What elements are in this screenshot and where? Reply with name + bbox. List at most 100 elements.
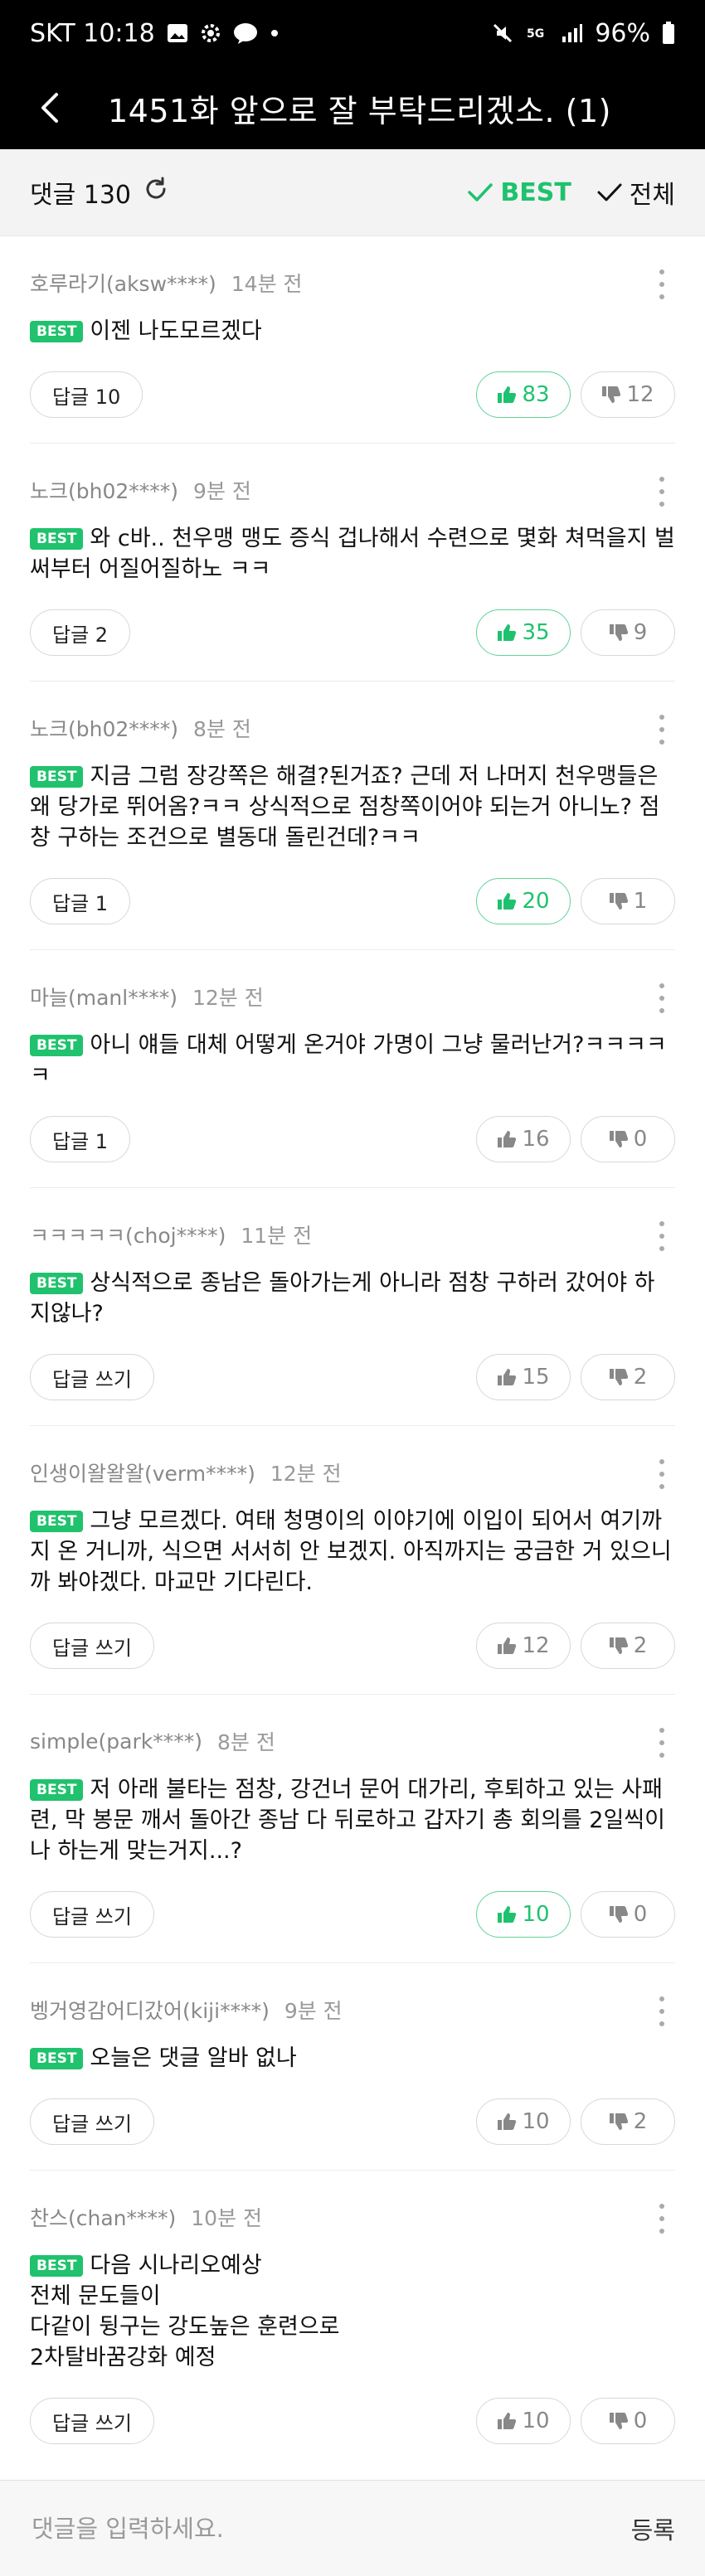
upvote-button[interactable]: 12 xyxy=(476,1623,571,1669)
vote-group: 10 0 xyxy=(476,2398,675,2444)
comment-item: 노크(bh02****) 9분 전 BEST 와 c바.. 천우맹 맹도 증식 겁… xyxy=(30,444,675,682)
downvote-button[interactable]: 2 xyxy=(581,2098,675,2145)
more-options-icon[interactable] xyxy=(654,715,670,745)
more-options-icon[interactable] xyxy=(654,1459,670,1489)
submit-button[interactable]: 등록 xyxy=(615,2511,675,2546)
comment-header: 호루라기(aksw****) 14분 전 xyxy=(30,268,675,298)
comment-time: 10분 전 xyxy=(191,2206,263,2230)
best-badge: BEST xyxy=(30,1779,84,1801)
best-badge: BEST xyxy=(30,321,84,342)
reply-button[interactable]: 답글 1 xyxy=(30,878,131,924)
thumbs-up-icon xyxy=(498,1369,517,1385)
battery-percent: 96% xyxy=(595,18,650,48)
battery-icon xyxy=(662,22,675,45)
downvote-count: 2 xyxy=(633,1633,648,1658)
upvote-button[interactable]: 10 xyxy=(476,2098,571,2145)
downvote-button[interactable]: 0 xyxy=(581,2398,675,2444)
downvote-button[interactable]: 9 xyxy=(581,609,675,656)
thumbs-down-icon xyxy=(609,1906,628,1923)
comment-time: 8분 전 xyxy=(216,1730,275,1754)
comment-time: 14분 전 xyxy=(231,272,303,296)
vote-group: 10 2 xyxy=(476,2098,675,2145)
upvote-count: 10 xyxy=(522,2409,550,2433)
upvote-button[interactable]: 83 xyxy=(476,371,571,418)
refresh-icon[interactable] xyxy=(143,176,169,209)
comment-text: 지금 그럼 장강쪽은 해결?된거죠? 근데 저 나머지 천우맹들은 왜 당가로 … xyxy=(30,764,665,851)
sort-all-label: 전체 xyxy=(629,181,675,210)
reply-button[interactable]: 답글 쓰기 xyxy=(30,1354,154,1400)
thumbs-down-icon xyxy=(609,624,628,641)
upvote-count: 10 xyxy=(522,1902,550,1927)
reply-button[interactable]: 답글 쓰기 xyxy=(30,1891,154,1938)
thumbs-up-icon xyxy=(498,1637,517,1654)
check-icon xyxy=(597,183,622,201)
thumbs-down-icon xyxy=(609,1131,628,1147)
gallery-icon xyxy=(167,23,188,43)
upvote-button[interactable]: 16 xyxy=(476,1116,571,1162)
best-badge: BEST xyxy=(30,766,84,788)
thumbs-down-icon xyxy=(609,1637,628,1654)
check-icon xyxy=(468,183,494,201)
sort-best-button[interactable]: BEST xyxy=(467,178,571,207)
comment-body: BEST 상식적으로 종남은 돌아가는게 아니라 점창 구하러 갔어야 하지않나? xyxy=(30,1268,675,1329)
downvote-button[interactable]: 0 xyxy=(581,1116,675,1162)
comment-author: 인생이왈왈왈(verm****) xyxy=(30,1462,255,1486)
upvote-button[interactable]: 15 xyxy=(476,1354,571,1400)
comment-item: 벵거영감어디갔어(kiji****) 9분 전 BEST 오늘은 댓글 알바 없나… xyxy=(30,1963,675,2171)
5g-icon: 5G xyxy=(525,22,550,44)
more-options-icon[interactable] xyxy=(654,1996,670,2026)
thumbs-up-icon xyxy=(498,1131,517,1147)
thumbs-up-icon xyxy=(498,1906,517,1923)
svg-text:5G: 5G xyxy=(527,27,544,41)
comment-header: 찬스(chan****) 10분 전 xyxy=(30,2202,675,2232)
comment-item: 노크(bh02****) 8분 전 BEST 지금 그럼 장강쪽은 해결?된거죠?… xyxy=(30,682,675,950)
best-badge: BEST xyxy=(30,1035,84,1056)
comment-actions: 답글 쓰기 15 2 xyxy=(30,1354,675,1400)
comment-time: 8분 전 xyxy=(193,717,251,741)
comment-header: 벵거영감어디갔어(kiji****) 9분 전 xyxy=(30,1995,675,2025)
back-button[interactable] xyxy=(25,83,75,133)
comment-item: 찬스(chan****) 10분 전 BEST 다음 시나리오예상 전체 문도들이… xyxy=(30,2171,675,2469)
downvote-button[interactable]: 1 xyxy=(581,878,675,924)
comment-actions: 답글 10 83 12 xyxy=(30,371,675,418)
downvote-button[interactable]: 12 xyxy=(581,371,675,418)
reply-button[interactable]: 답글 쓰기 xyxy=(30,2098,154,2145)
comment-text: 상식적으로 종남은 돌아가는게 아니라 점창 구하러 갔어야 하지않나? xyxy=(30,1270,655,1327)
upvote-button[interactable]: 10 xyxy=(476,1891,571,1938)
comment-header: simple(park****) 8분 전 xyxy=(30,1726,675,1756)
more-options-icon[interactable] xyxy=(654,477,670,507)
sort-all-button[interactable]: 전체 xyxy=(596,174,675,211)
reply-button[interactable]: 답글 쓰기 xyxy=(30,2398,154,2444)
comment-count-label: 댓글 130 xyxy=(30,181,131,210)
more-options-icon[interactable] xyxy=(654,269,670,299)
vote-group: 15 2 xyxy=(476,1354,675,1400)
thumbs-down-icon xyxy=(609,2413,628,2429)
sort-best-label: BEST xyxy=(500,177,571,207)
reply-button[interactable]: 답글 1 xyxy=(30,1116,131,1162)
best-badge: BEST xyxy=(30,1273,84,1294)
reply-button[interactable]: 답글 2 xyxy=(30,609,131,656)
comment-actions: 답글 1 20 1 xyxy=(30,878,675,924)
best-badge: BEST xyxy=(30,2255,84,2277)
more-options-icon[interactable] xyxy=(654,2204,670,2234)
more-options-icon[interactable] xyxy=(654,1221,670,1251)
downvote-button[interactable]: 0 xyxy=(581,1891,675,1938)
reply-button[interactable]: 답글 10 xyxy=(30,371,143,418)
talk-icon xyxy=(233,22,258,44)
comment-author: 찬스(chan****) xyxy=(30,2206,177,2230)
upvote-button[interactable]: 20 xyxy=(476,878,571,924)
upvote-button[interactable]: 35 xyxy=(476,609,571,656)
downvote-button[interactable]: 2 xyxy=(581,1623,675,1669)
comment-actions: 답글 쓰기 12 2 xyxy=(30,1623,675,1669)
comment-item: ㅋㅋㅋㅋㅋ(choj****) 11분 전 BEST 상식적으로 종남은 돌아가는… xyxy=(30,1188,675,1426)
more-options-icon[interactable] xyxy=(654,1728,670,1758)
upvote-button[interactable]: 10 xyxy=(476,2398,571,2444)
thumbs-up-icon xyxy=(498,2413,517,2429)
downvote-button[interactable]: 2 xyxy=(581,1354,675,1400)
vote-group: 83 12 xyxy=(476,371,675,418)
reply-button[interactable]: 답글 쓰기 xyxy=(30,1623,154,1669)
comment-author: 호루라기(aksw****) xyxy=(30,272,216,296)
thumbs-up-icon xyxy=(498,893,517,910)
comment-input[interactable] xyxy=(30,2513,615,2544)
more-options-icon[interactable] xyxy=(654,983,670,1013)
